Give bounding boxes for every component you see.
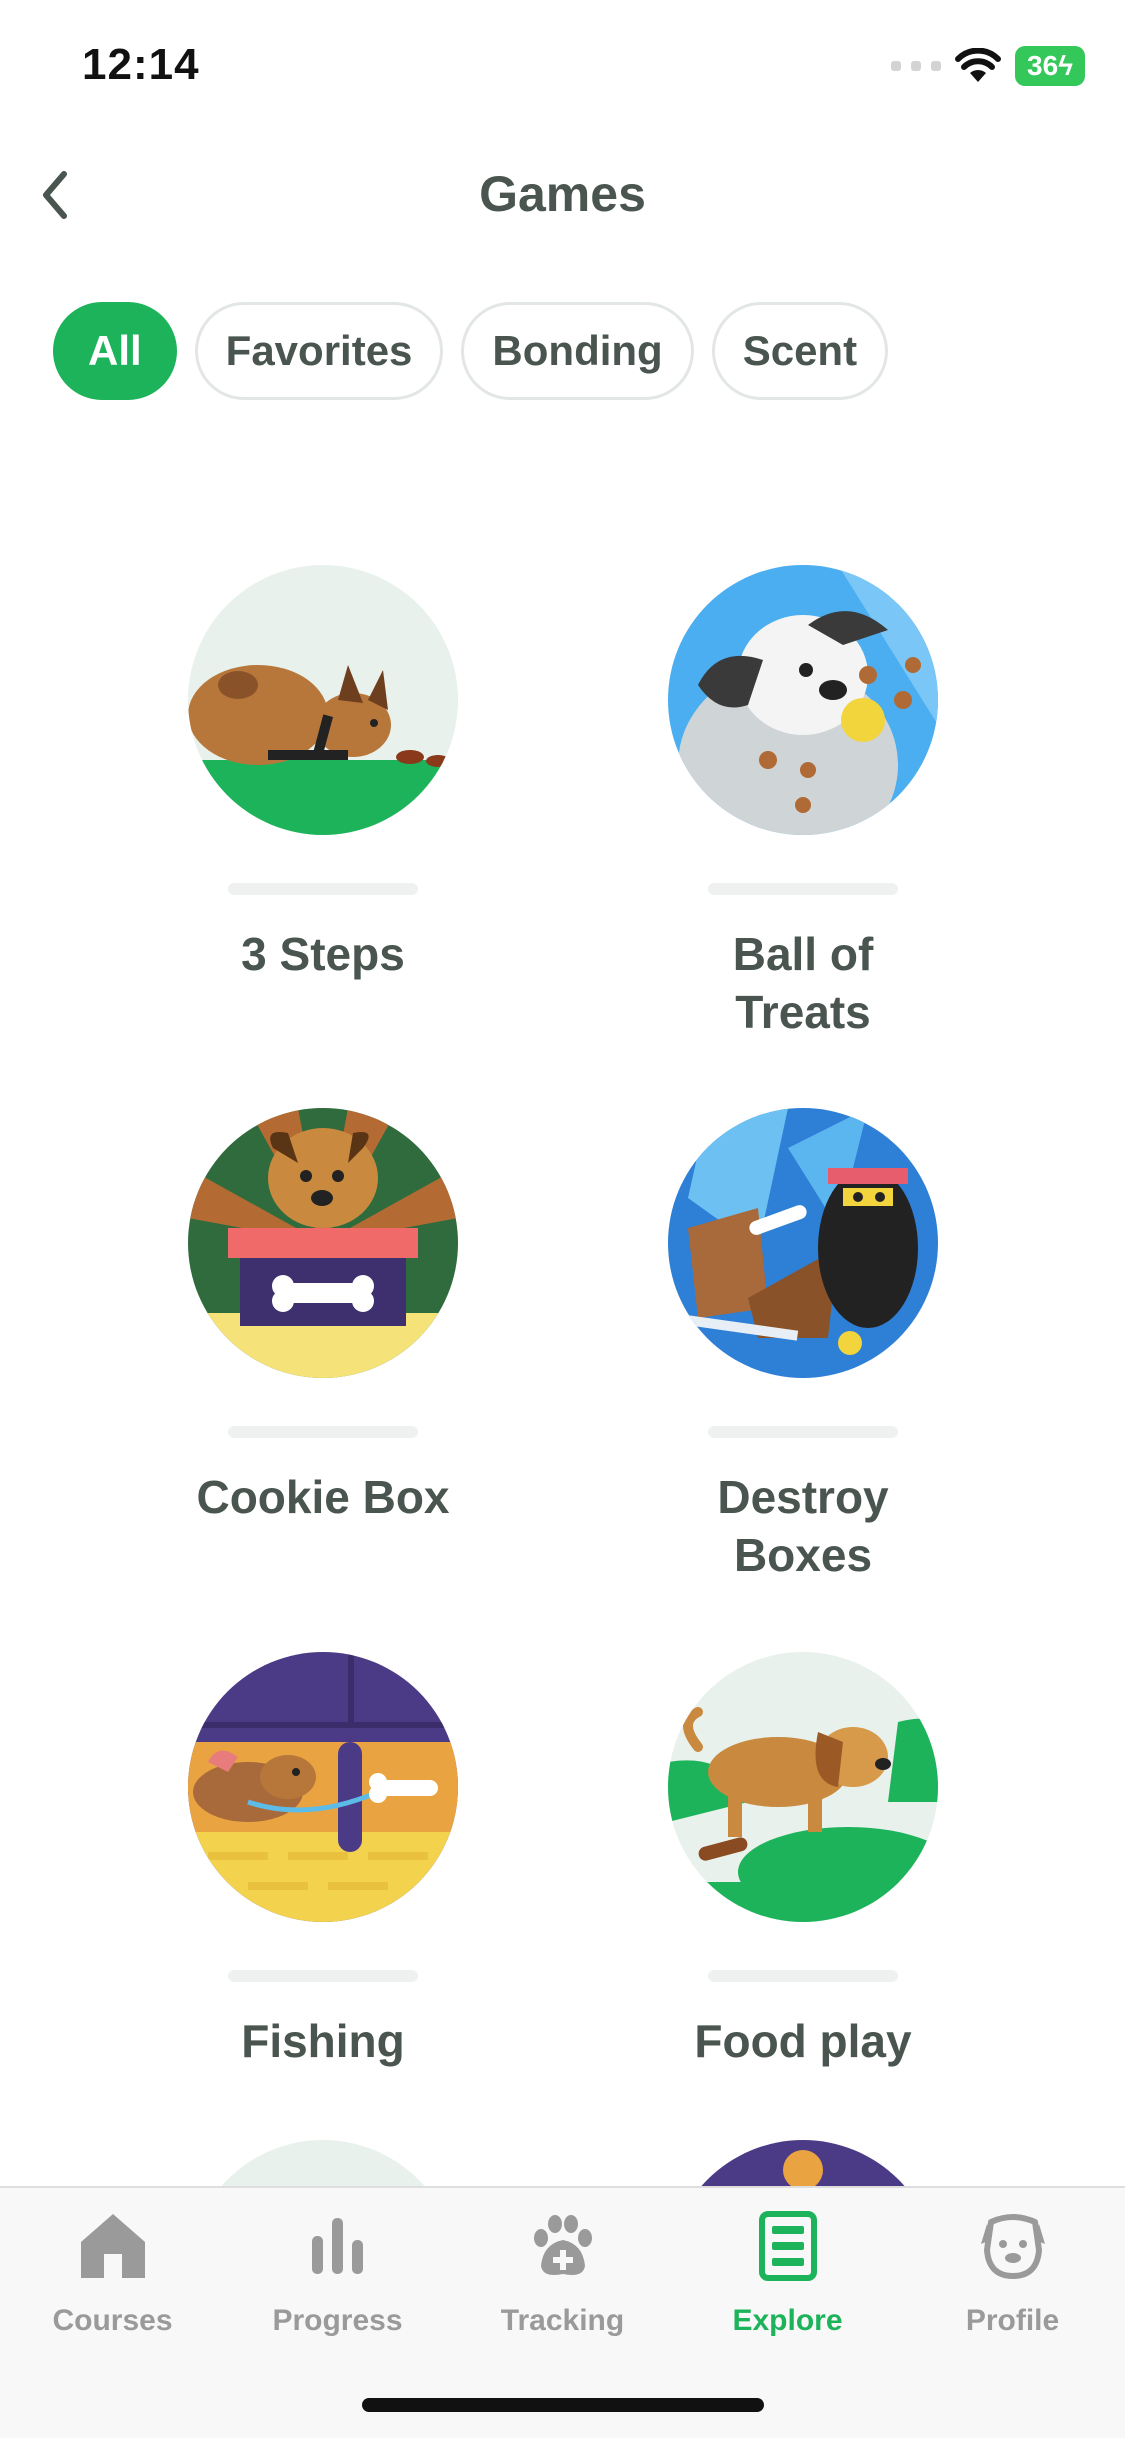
progress-bar — [228, 1970, 418, 1982]
game-title: 3 Steps — [113, 925, 533, 983]
tab-progress[interactable]: Progress — [225, 2210, 450, 2338]
game-title: Food play — [593, 2012, 1013, 2070]
game-thumbnail-food-play — [668, 1652, 938, 1922]
game-title-line-1: 3 Steps — [241, 928, 405, 980]
game-thumbnail — [188, 2140, 458, 2186]
status-time: 12:14 — [82, 40, 200, 89]
dog-fishing-for-bone-illustration — [188, 1652, 458, 1922]
battery-indicator: 36 ϟ — [1015, 46, 1085, 86]
paw-plus-icon — [533, 2215, 592, 2275]
progress-bar — [708, 1426, 898, 1438]
game-title-line-2: Treats — [735, 986, 871, 1038]
game-card-fishing[interactable]: Fishing — [113, 1652, 533, 2070]
tab-profile[interactable]: Profile — [900, 2210, 1125, 2338]
game-card-next-right[interactable] — [668, 2140, 938, 2186]
filter-chips: All Favorites Bonding Scent — [53, 302, 889, 400]
game-title: Ball of Treats — [593, 925, 1013, 1041]
dog-playing-with-food-illustration — [668, 1652, 938, 1922]
wifi-icon — [955, 48, 1002, 82]
progress-bar — [708, 1970, 898, 1982]
game-title-line-2: Boxes — [733, 1529, 873, 1581]
game-card-next-left[interactable] — [188, 2140, 458, 2186]
tab-label: Courses — [52, 2304, 173, 2337]
filter-scent[interactable]: Scent — [711, 302, 889, 400]
game-thumbnail-destroy-boxes — [668, 1108, 938, 1378]
dog-with-treat-ball-illustration — [668, 565, 938, 835]
game-card-destroy-boxes[interactable]: Destroy Boxes — [593, 1108, 1013, 1584]
status-bar: 12:14 36 ϟ — [0, 0, 1125, 140]
page-title: Games — [479, 166, 646, 222]
bar-chart-icon — [311, 2218, 363, 2274]
battery-level: 36 — [1027, 50, 1059, 81]
home-indicator[interactable] — [362, 2398, 764, 2412]
tab-courses[interactable]: Courses — [0, 2210, 225, 2338]
game-title: Destroy Boxes — [593, 1468, 1013, 1584]
game-thumbnail-3-steps — [188, 565, 458, 835]
filter-all[interactable]: All — [53, 302, 177, 400]
game-title-line-1: Fishing — [241, 2015, 405, 2067]
progress-bar — [228, 1426, 418, 1438]
game-title-line-1: Ball of — [732, 928, 874, 980]
game-thumbnail-cookie-box — [188, 1108, 458, 1378]
tab-label: Tracking — [500, 2304, 625, 2337]
status-icons: 36 ϟ — [891, 46, 1085, 86]
filter-favorites[interactable]: Favorites — [194, 302, 444, 400]
ninja-dog-breaking-boxes-illustration — [668, 1108, 938, 1378]
game-title-line-1: Food play — [694, 2015, 912, 2067]
tab-tracking[interactable]: Tracking — [450, 2210, 675, 2338]
game-title-line-1: Destroy — [717, 1471, 889, 1523]
game-title: Cookie Box — [113, 1468, 533, 1526]
game-card-food-play[interactable]: Food play — [593, 1652, 1013, 2070]
charging-bolt-icon: ϟ — [1058, 50, 1073, 81]
tab-label: Progress — [272, 2304, 403, 2337]
game-card-ball-of-treats[interactable]: Ball of Treats — [593, 565, 1013, 1041]
filter-bonding[interactable]: Bonding — [461, 302, 694, 400]
dog-face-icon — [980, 2214, 1045, 2279]
tab-label: Profile — [965, 2304, 1060, 2337]
dog-with-cookie-box-illustration — [188, 1108, 458, 1378]
dog-sniffing-treats-illustration — [188, 565, 458, 835]
cellular-signal-icon — [891, 61, 942, 71]
game-title: Fishing — [113, 2012, 533, 2070]
home-icon — [80, 2214, 145, 2278]
explore-list-icon — [758, 2211, 817, 2281]
game-card-cookie-box[interactable]: Cookie Box — [113, 1108, 533, 1526]
tab-label: Explore — [732, 2304, 843, 2337]
game-thumbnail — [668, 2140, 938, 2186]
progress-bar — [228, 883, 418, 895]
game-title-line-1: Cookie Box — [196, 1471, 450, 1523]
game-thumbnail-ball-of-treats — [668, 565, 938, 835]
tab-explore[interactable]: Explore — [675, 2210, 900, 2338]
progress-bar — [708, 883, 898, 895]
game-card-3-steps[interactable]: 3 Steps — [113, 565, 533, 983]
game-thumbnail-fishing — [188, 1652, 458, 1922]
